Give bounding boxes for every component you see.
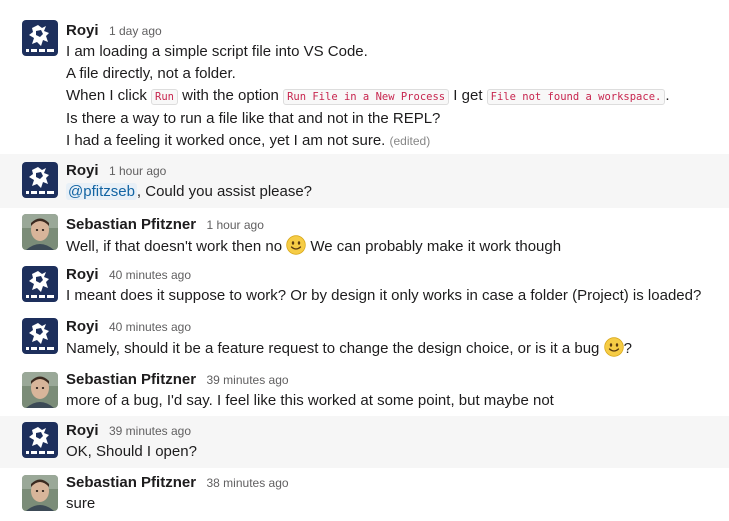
message-text: Is there a way to run a file like that a… bbox=[66, 110, 441, 127]
author-name[interactable]: Royi bbox=[66, 22, 99, 39]
sebastian-avatar[interactable] bbox=[22, 372, 58, 408]
message-text: sure bbox=[66, 495, 96, 512]
royi-avatar[interactable] bbox=[22, 162, 58, 198]
message-text: When I click Run with the option Run Fil… bbox=[66, 87, 670, 105]
royi-avatar[interactable] bbox=[22, 266, 58, 302]
message-text: OK, Should I open? bbox=[66, 443, 197, 460]
inline-code: Run bbox=[151, 89, 178, 105]
timestamp[interactable]: 40 minutes ago bbox=[109, 320, 191, 334]
inline-code: File not found a workspace. bbox=[486, 89, 666, 105]
author-name[interactable]: Royi bbox=[66, 422, 99, 439]
timestamp[interactable]: 1 day ago bbox=[109, 24, 162, 38]
message: Royi 1 hour ago @pfitzseb, Could you ass… bbox=[0, 154, 729, 208]
message: Royi 40 minutes ago Namely, should it be… bbox=[0, 312, 729, 364]
message-feed: Royi 1 day ago I am loading a simple scr… bbox=[0, 0, 729, 521]
royi-avatar[interactable] bbox=[22, 20, 58, 56]
message-text: A file directly, not a folder. bbox=[66, 65, 236, 82]
timestamp[interactable]: 1 hour ago bbox=[109, 164, 166, 178]
message: Royi 40 minutes ago I meant does it supp… bbox=[0, 260, 729, 312]
author-name[interactable]: Sebastian Pfitzner bbox=[66, 474, 196, 491]
message-text: Namely, should it be a feature request t… bbox=[66, 337, 719, 360]
author-name[interactable]: Royi bbox=[66, 162, 99, 179]
message-text: I had a feeling it worked once, yet I am… bbox=[66, 132, 431, 149]
message: Sebastian Pfitzner 38 minutes ago sure bbox=[0, 468, 729, 521]
timestamp[interactable]: 38 minutes ago bbox=[207, 476, 289, 490]
royi-avatar[interactable] bbox=[22, 422, 58, 458]
message-text: more of a bug, I'd say. I feel like this… bbox=[66, 392, 554, 409]
user-mention[interactable]: @pfitzseb bbox=[66, 183, 137, 200]
message-text: I am loading a simple script file into V… bbox=[66, 43, 368, 60]
message-text: Well, if that doesn't work then no We ca… bbox=[66, 235, 719, 258]
message: Royi 1 day ago I am loading a simple scr… bbox=[0, 0, 729, 154]
timestamp[interactable]: 40 minutes ago bbox=[109, 268, 191, 282]
message-text: I meant does it suppose to work? Or by d… bbox=[66, 287, 702, 304]
message: Sebastian Pfitzner 1 hour ago Well, if t… bbox=[0, 208, 729, 260]
timestamp[interactable]: 1 hour ago bbox=[207, 218, 264, 232]
message: Sebastian Pfitzner 39 minutes ago more o… bbox=[0, 364, 729, 416]
inline-code: Run File in a New Process bbox=[283, 89, 450, 105]
author-name[interactable]: Sebastian Pfitzner bbox=[66, 216, 196, 233]
slightly-smiling-face-icon bbox=[604, 337, 624, 357]
message-text: @pfitzseb, Could you assist please? bbox=[66, 183, 313, 200]
author-name[interactable]: Sebastian Pfitzner bbox=[66, 371, 196, 388]
royi-avatar[interactable] bbox=[22, 318, 58, 354]
slightly-smiling-face-icon bbox=[286, 235, 306, 255]
timestamp[interactable]: 39 minutes ago bbox=[207, 373, 289, 387]
sebastian-avatar[interactable] bbox=[22, 475, 58, 511]
timestamp[interactable]: 39 minutes ago bbox=[109, 424, 191, 438]
message: Royi 39 minutes ago OK, Should I open? bbox=[0, 416, 729, 468]
author-name[interactable]: Royi bbox=[66, 266, 99, 283]
sebastian-avatar[interactable] bbox=[22, 214, 58, 250]
author-name[interactable]: Royi bbox=[66, 318, 99, 335]
edited-label: (edited) bbox=[389, 134, 431, 148]
